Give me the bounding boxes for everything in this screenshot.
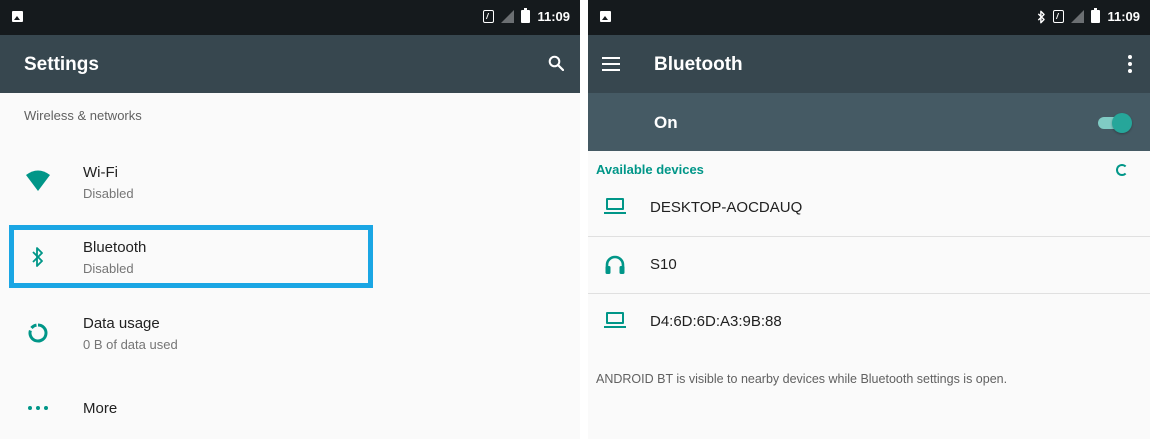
- switch-label: On: [654, 113, 678, 132]
- device-item[interactable]: S10: [588, 236, 1150, 294]
- battery-icon: [1091, 8, 1101, 23]
- data-usage-icon: [24, 319, 52, 347]
- app-toolbar: Settings: [0, 35, 580, 93]
- highlight-box: [9, 225, 373, 288]
- settings-item-more[interactable]: More: [0, 386, 580, 439]
- device-name: D4:6D:6D:A3:9B:88: [650, 313, 782, 330]
- item-summary: 0 B of data used: [83, 337, 178, 352]
- status-bar: 11:09: [0, 0, 580, 35]
- device-item[interactable]: D4:6D:6D:A3:9B:88: [588, 293, 1150, 351]
- signal-off-icon: [1071, 10, 1085, 23]
- bluetooth-switch-bar[interactable]: On: [588, 93, 1150, 151]
- menu-icon[interactable]: [602, 57, 620, 71]
- device-item[interactable]: DESKTOP-AOCDAUQ: [588, 179, 1150, 237]
- item-label: More: [83, 400, 118, 417]
- signal-off-icon: [501, 10, 515, 23]
- search-icon[interactable]: [548, 55, 564, 71]
- headphones-icon: [604, 255, 628, 275]
- status-time: 11:09: [537, 9, 570, 24]
- spinner-icon: [1116, 164, 1128, 176]
- laptop-icon: [604, 198, 628, 218]
- overflow-icon[interactable]: [1128, 55, 1132, 73]
- bluetooth-toggle[interactable]: [1098, 113, 1132, 133]
- bluetooth-icon: [1038, 10, 1046, 23]
- settings-item-data-usage[interactable]: Data usage 0 B of data used: [0, 303, 580, 373]
- device-name: S10: [650, 256, 677, 273]
- more-icon: [24, 394, 52, 422]
- page-title: Bluetooth: [654, 54, 743, 75]
- item-label: Wi-Fi: [83, 164, 118, 181]
- wifi-icon: [24, 167, 52, 195]
- section-header: Wireless & networks: [24, 108, 142, 123]
- status-bar: 11:09: [588, 0, 1150, 35]
- available-devices-header: Available devices: [596, 162, 704, 177]
- settings-item-wifi[interactable]: Wi-Fi Disabled: [0, 150, 580, 220]
- toggle-thumb: [1112, 113, 1132, 133]
- bluetooth-screen: 11:09 Bluetooth On Available devices DES…: [588, 0, 1150, 439]
- app-toolbar: Bluetooth: [588, 35, 1150, 93]
- item-label: Data usage: [83, 315, 160, 332]
- status-time: 11:09: [1107, 9, 1140, 24]
- page-title: Settings: [24, 54, 99, 75]
- nfc-icon: [1053, 10, 1065, 23]
- laptop-icon: [604, 312, 628, 332]
- image-icon: [12, 11, 23, 22]
- battery-icon: [521, 8, 531, 23]
- device-name: DESKTOP-AOCDAUQ: [650, 199, 803, 216]
- image-icon: [600, 11, 611, 22]
- settings-screen: 11:09 Settings Wireless & networks Wi-Fi…: [0, 0, 580, 439]
- visibility-note: ANDROID BT is visible to nearby devices …: [596, 372, 1008, 386]
- item-summary: Disabled: [83, 186, 134, 201]
- nfc-icon: [483, 10, 495, 23]
